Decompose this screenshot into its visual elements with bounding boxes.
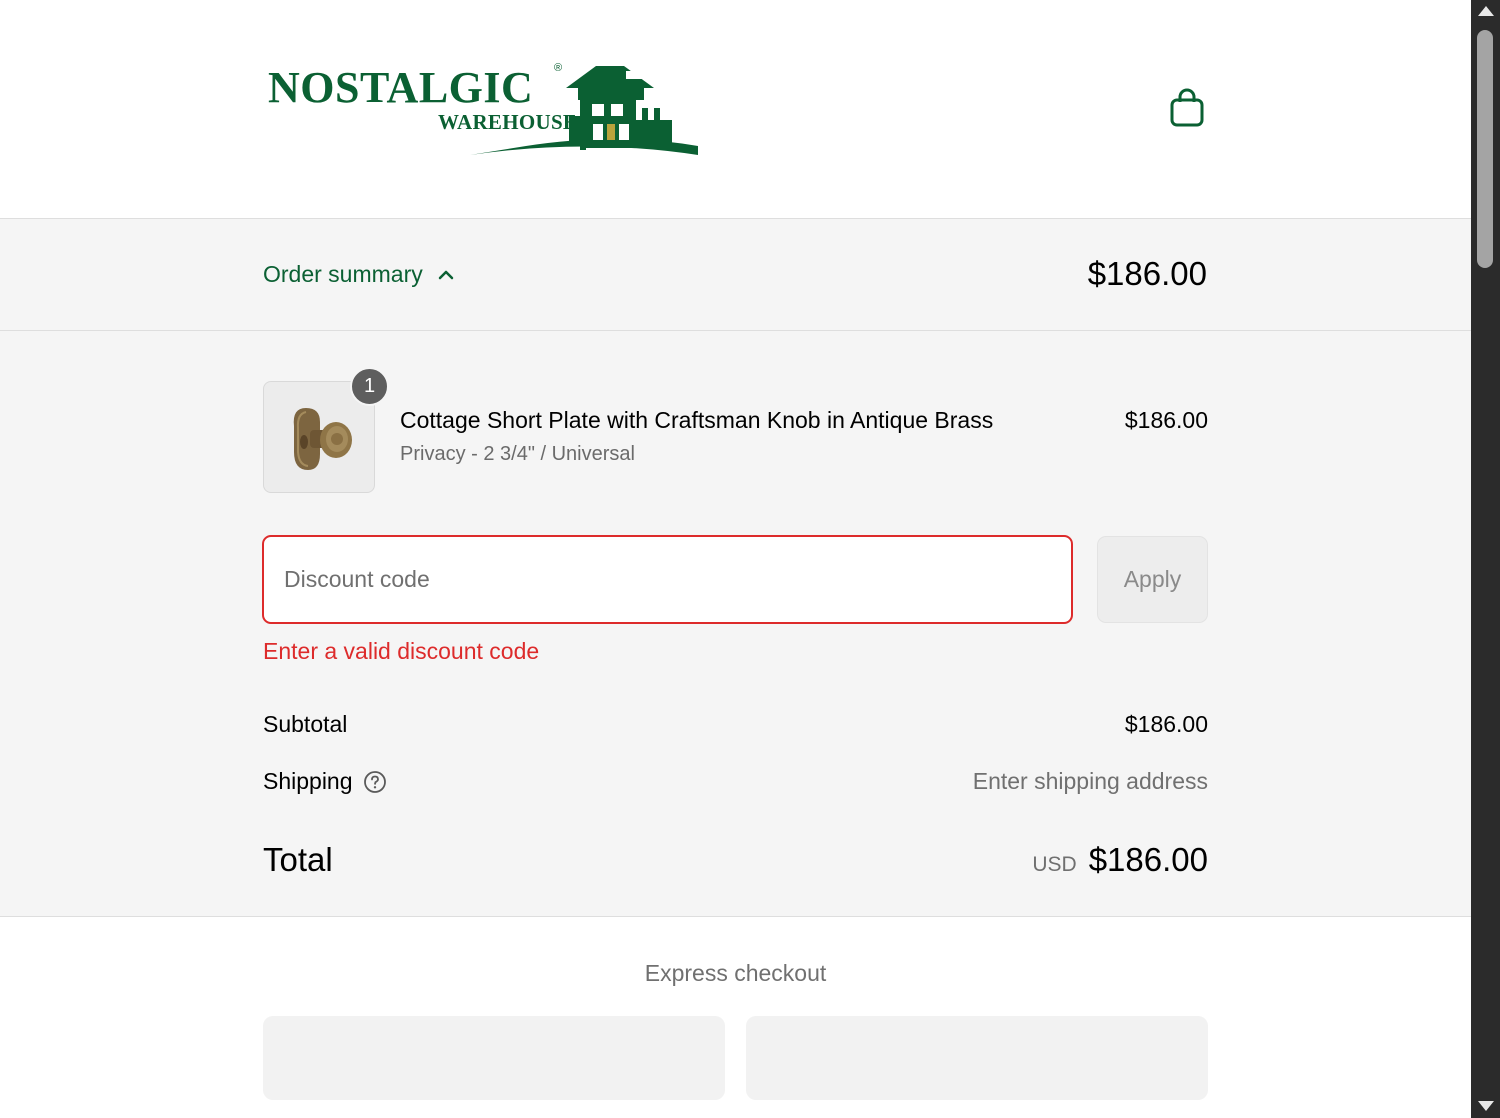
house-logo-icon [470, 66, 698, 155]
order-summary-panel: Order summary $186.00 1 Cottage Short Pl… [0, 219, 1471, 917]
order-summary-label: Order summary [263, 261, 423, 287]
subtotal-label: Subtotal [263, 711, 348, 737]
cart-button[interactable] [1166, 86, 1208, 130]
product-title: Cottage Short Plate with Craftsman Knob … [400, 407, 994, 433]
currency-code: USD [1032, 853, 1077, 876]
shipping-label: Shipping [263, 768, 353, 794]
page-scrollbar[interactable] [1471, 0, 1500, 1118]
question-circle-icon[interactable] [363, 770, 387, 794]
shipping-value: Enter shipping address [972, 768, 1208, 794]
store-logo[interactable]: NOSTALGIC ® WAREHOUSE [266, 60, 700, 160]
quantity-badge: 1 [350, 367, 389, 406]
chevron-up-icon [438, 270, 453, 279]
total-label: Total [263, 841, 333, 878]
order-summary-toggle[interactable]: Order summary [263, 261, 455, 288]
product-thumbnail: 1 [263, 367, 389, 493]
scroll-up-arrow-icon[interactable] [1478, 6, 1494, 16]
product-price: $186.00 [1124, 407, 1208, 433]
express-checkout-button-1[interactable] [263, 1016, 725, 1100]
subtotal-value: $186.00 [1124, 711, 1208, 737]
apply-discount-button[interactable]: Apply [1097, 536, 1208, 623]
product-variant: Privacy - 2 3/4" / Universal [400, 443, 635, 465]
order-summary-total: $186.00 [1087, 255, 1207, 292]
scroll-down-arrow-icon[interactable] [1478, 1101, 1494, 1111]
discount-code-input[interactable] [262, 535, 1073, 624]
checkout-header: NOSTALGIC ® WAREHOUSE [0, 0, 1471, 219]
line-item: 1 Cottage Short Plate with Craftsman Kno… [263, 367, 1208, 493]
order-summary-toggle-bar[interactable]: Order summary $186.00 [0, 219, 1471, 331]
shopping-bag-icon [1170, 88, 1204, 127]
discount-error-message: Enter a valid discount code [263, 638, 540, 664]
scroll-thumb[interactable] [1477, 30, 1493, 268]
total-value: $186.00 [1088, 841, 1208, 878]
express-checkout-title: Express checkout [644, 960, 827, 986]
express-checkout-button-2[interactable] [746, 1016, 1208, 1100]
